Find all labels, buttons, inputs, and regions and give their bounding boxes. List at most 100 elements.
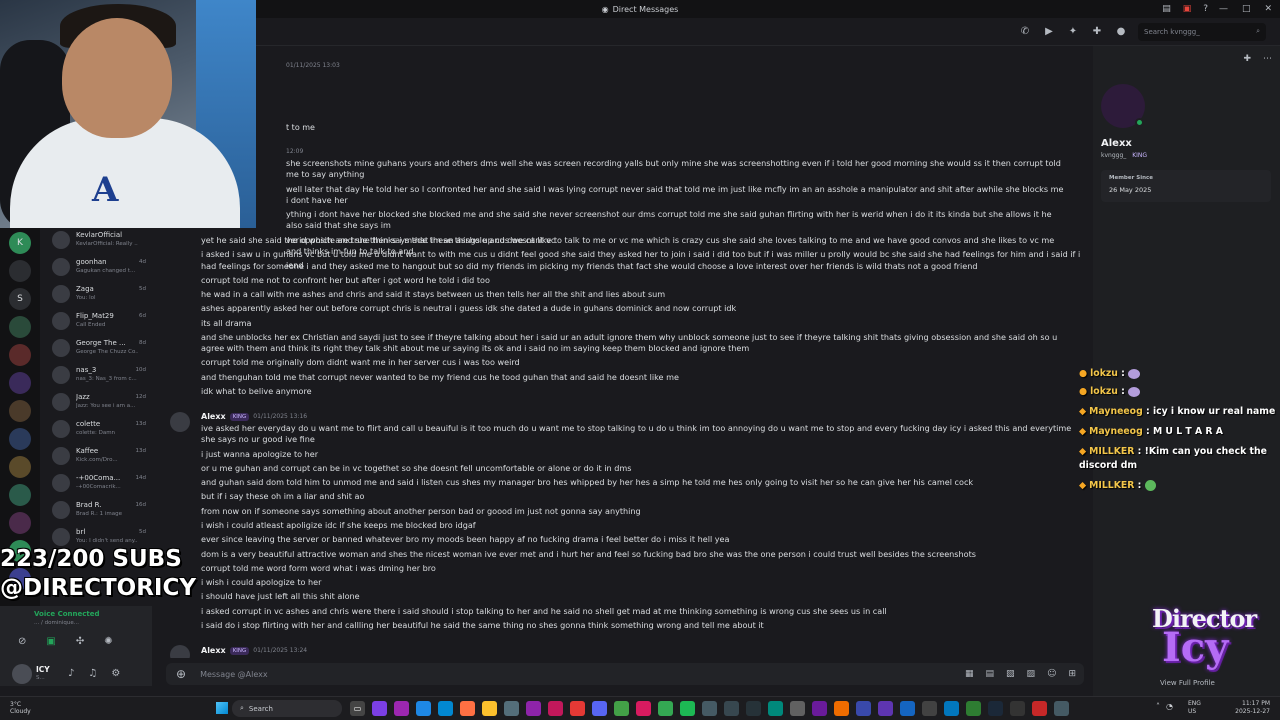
app-icon[interactable] — [504, 701, 519, 716]
taskbar-search[interactable]: ⌕ Search — [232, 700, 342, 717]
emoji-icon[interactable]: ☺ — [1047, 669, 1056, 679]
camera-off-icon[interactable]: ⊘ — [18, 636, 26, 647]
gif-icon[interactable]: ▧ — [1006, 669, 1015, 679]
chevron-up-icon[interactable]: ˄ — [1156, 702, 1160, 711]
settings-icon[interactable]: ⚙ — [111, 668, 120, 679]
app-icon[interactable] — [548, 701, 563, 716]
dm-item[interactable]: KevlarOfficial KevlarOfficial: Really ... — [40, 226, 152, 253]
profile-toggle-icon[interactable]: ● — [1114, 26, 1128, 37]
dm-item[interactable]: colette colette: Damn 13d — [40, 415, 152, 442]
apps-icon[interactable]: ⊞ — [1068, 669, 1076, 679]
more-icon[interactable]: ⋯ — [1263, 54, 1272, 64]
app-icon[interactable] — [394, 701, 409, 716]
dm-item[interactable]: George The ... George The Chuzz Co... 8d — [40, 334, 152, 361]
dm-item[interactable]: -+00Coma... -+00Comacrik... 14d — [40, 469, 152, 496]
clock[interactable]: 11:17 PM 2025-12-27 — [1235, 700, 1270, 716]
dm-item[interactable]: Kaffee Kick.com/Dro... 13d — [40, 442, 152, 469]
spotify-icon[interactable] — [680, 701, 695, 716]
app-icon[interactable] — [416, 701, 431, 716]
headphones-icon[interactable]: ♫ — [88, 668, 97, 679]
add-friend-icon[interactable]: ✚ — [1090, 26, 1104, 37]
screen-share-icon[interactable]: ▣ — [46, 636, 55, 647]
gift-icon[interactable]: ▦ — [965, 669, 974, 679]
app-icon[interactable] — [768, 701, 783, 716]
dm-item[interactable]: nas_3 nas_3: Nas_3 from c... 10d — [40, 361, 152, 388]
app-icon[interactable] — [1010, 701, 1025, 716]
avatar — [52, 527, 70, 546]
server-icon[interactable]: S — [9, 288, 31, 310]
dm-item[interactable]: goonhan Gagukan changed t... 4d — [40, 253, 152, 280]
app-icon[interactable] — [1032, 701, 1047, 716]
minimize-icon[interactable]: — — [1219, 4, 1228, 14]
message-input[interactable]: ⊕ Message @Alexx ▦ ▤ ▧ ▨ ☺ ⊞ — [166, 663, 1084, 685]
screen-icon[interactable]: ▣ — [1183, 4, 1192, 14]
attach-icon[interactable]: ⊕ — [176, 667, 186, 681]
server-icon[interactable] — [9, 456, 31, 478]
network-icon[interactable]: ◔ — [1166, 702, 1173, 711]
discord-icon[interactable] — [592, 701, 607, 716]
server-icon[interactable] — [9, 260, 31, 282]
app-icon[interactable] — [636, 701, 651, 716]
app-icon[interactable] — [790, 701, 805, 716]
view-full-profile-link[interactable]: View Full Profile — [1160, 679, 1215, 687]
pin-icon[interactable]: ✦ — [1066, 26, 1080, 37]
avatar[interactable] — [170, 412, 190, 432]
server-icon[interactable] — [9, 344, 31, 366]
app-icon[interactable] — [526, 701, 541, 716]
language-indicator[interactable]: ENG US — [1188, 700, 1201, 716]
voice-channel[interactable]: ... / dominique... — [34, 620, 79, 626]
dm-item[interactable]: Zaga You: lol 5d — [40, 280, 152, 307]
microphone-icon[interactable]: ♪ — [68, 668, 74, 679]
search-input[interactable]: Search kvnggg_ ⌕ — [1138, 22, 1266, 41]
app-icon[interactable] — [724, 701, 739, 716]
app-icon[interactable] — [1054, 701, 1069, 716]
maximize-icon[interactable]: □ — [1242, 4, 1251, 14]
author-name[interactable]: Alexx — [201, 646, 226, 655]
soundboard-icon[interactable]: ✺ — [104, 636, 112, 647]
avatar[interactable] — [170, 645, 190, 658]
app-icon[interactable]: ▤ — [986, 669, 995, 679]
app-icon[interactable] — [878, 701, 893, 716]
emote-icon — [1144, 480, 1156, 491]
start-icon[interactable] — [216, 702, 228, 714]
close-icon[interactable]: ✕ — [1264, 4, 1272, 14]
sticker-icon[interactable]: ▨ — [1027, 669, 1036, 679]
dm-item[interactable]: Brad R. Brad R.: 1 image 16d — [40, 496, 152, 523]
app-icon[interactable] — [922, 701, 937, 716]
browser-icon[interactable] — [460, 701, 475, 716]
app-icon[interactable] — [966, 701, 981, 716]
app-icon[interactable] — [944, 701, 959, 716]
app-icon[interactable] — [746, 701, 761, 716]
help-icon[interactable]: ? — [1203, 4, 1208, 14]
server-icon[interactable] — [9, 512, 31, 534]
browser-icon[interactable] — [438, 701, 453, 716]
inbox-icon[interactable]: ▤ — [1162, 4, 1171, 14]
app-icon[interactable] — [614, 701, 629, 716]
app-icon[interactable] — [372, 701, 387, 716]
app-icon[interactable] — [702, 701, 717, 716]
app-icon[interactable] — [900, 701, 915, 716]
app-icon[interactable] — [570, 701, 585, 716]
server-icon[interactable]: K — [9, 232, 31, 254]
add-friend-icon[interactable]: ✚ — [1243, 54, 1251, 64]
author-name[interactable]: Alexx — [201, 412, 226, 421]
taskview-icon[interactable]: ▭ — [350, 701, 365, 716]
server-icon[interactable] — [9, 372, 31, 394]
app-icon[interactable] — [812, 701, 827, 716]
chrome-icon[interactable] — [658, 701, 673, 716]
app-icon[interactable] — [834, 701, 849, 716]
app-icon[interactable] — [856, 701, 871, 716]
activity-icon[interactable]: ✣ — [76, 636, 84, 647]
server-icon[interactable] — [9, 316, 31, 338]
video-call-icon[interactable]: ▶ — [1042, 26, 1056, 37]
server-icon[interactable] — [9, 484, 31, 506]
user-avatar[interactable] — [12, 664, 32, 684]
folder-icon[interactable] — [482, 701, 497, 716]
dm-item[interactable]: Flip_Mat29 Call Ended 6d — [40, 307, 152, 334]
server-icon[interactable] — [9, 400, 31, 422]
weather-widget[interactable]: 3°C Cloudy — [10, 701, 31, 715]
steam-icon[interactable] — [988, 701, 1003, 716]
server-icon[interactable] — [9, 428, 31, 450]
voice-call-icon[interactable]: ✆ — [1018, 26, 1032, 37]
dm-item[interactable]: Jazz Jazz: You see i am a... 12d — [40, 388, 152, 415]
